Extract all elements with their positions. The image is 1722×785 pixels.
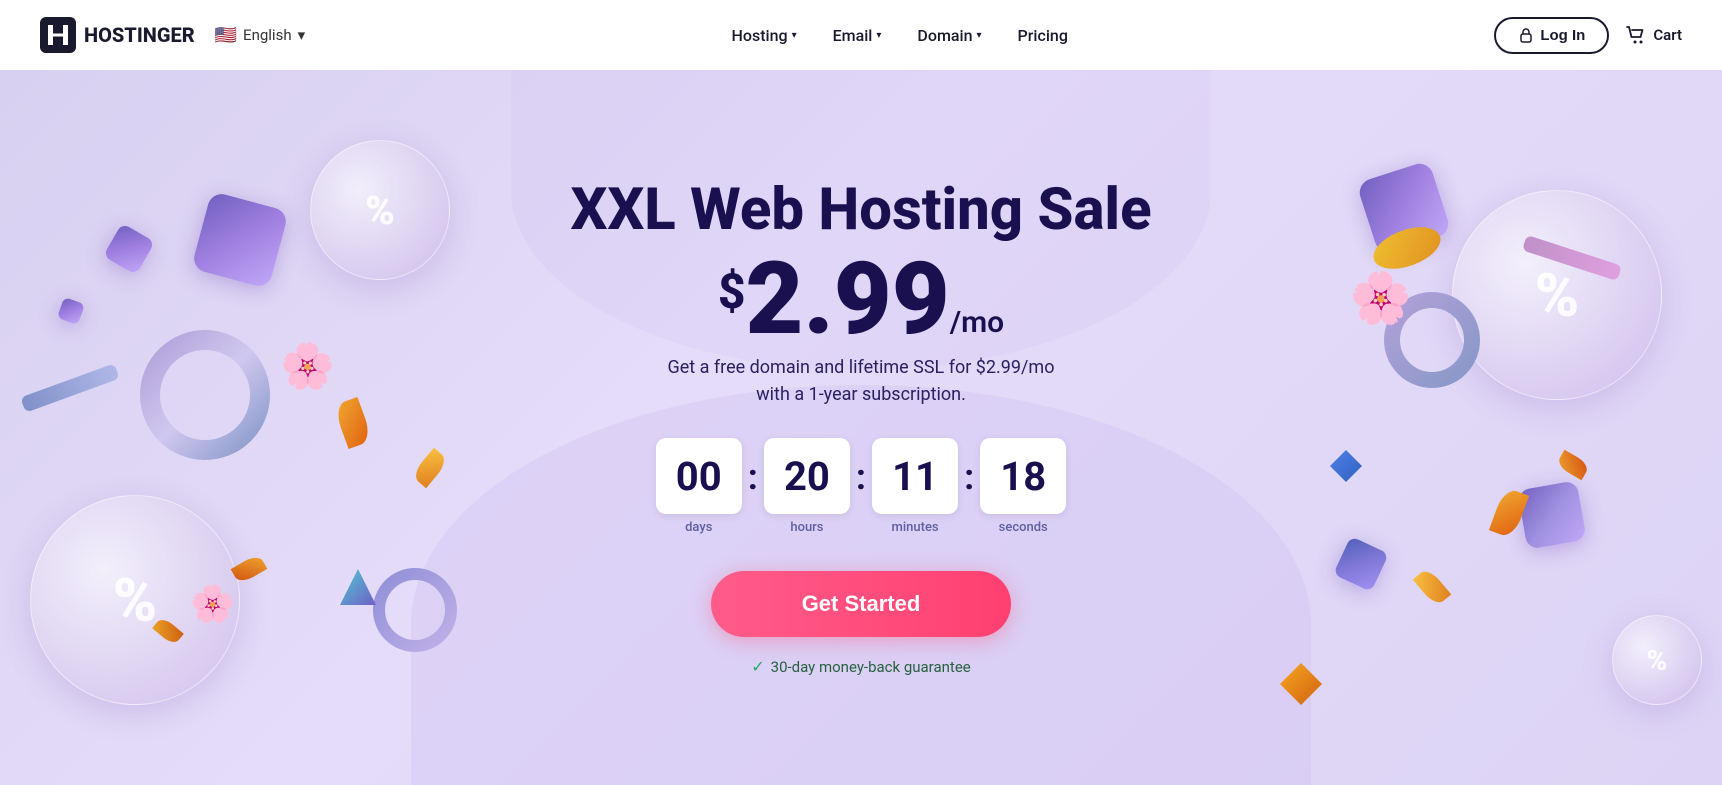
lang-selector[interactable]: 🇺🇸 English ▾ — [215, 25, 305, 46]
lang-chevron-icon: ▾ — [298, 26, 306, 44]
cart-label: Cart — [1653, 26, 1682, 44]
nav-left: HOSTINGER 🇺🇸 English ▾ — [40, 17, 305, 53]
lang-label: English — [243, 26, 292, 44]
countdown-minutes: 11 minutes — [872, 438, 958, 535]
hero-title: XXL Web Hosting Sale — [570, 179, 1151, 243]
nav-right: Log In Cart — [1494, 17, 1682, 54]
diamond-blue-right — [1330, 450, 1362, 482]
cube-left-small — [103, 223, 155, 275]
hero-content: XXL Web Hosting Sale $ 2.99 /mo Get a fr… — [570, 179, 1151, 677]
cube-right-small — [1333, 536, 1389, 592]
check-icon: ✓ — [751, 657, 764, 676]
cart-link[interactable]: Cart — [1625, 24, 1682, 46]
minutes-value: 11 — [872, 438, 958, 514]
flower-left-1: 🌸 — [280, 340, 335, 392]
nav-pricing[interactable]: Pricing — [1018, 26, 1068, 45]
navbar: HOSTINGER 🇺🇸 English ▾ Hosting ▾ Email ▾… — [0, 0, 1722, 70]
guarantee: ✓ 30-day money-back guarantee — [570, 657, 1151, 676]
deco-left: % % — [0, 70, 560, 785]
percent-ball-right-big: % — [1452, 190, 1662, 400]
deco-right: % % 🌸 — [1162, 70, 1722, 785]
leaf-right-3 — [1556, 450, 1591, 481]
lock-icon — [1518, 27, 1534, 43]
cube-right-mid — [1517, 480, 1587, 550]
cube-left-tiny — [57, 297, 85, 325]
ring-left-big — [140, 330, 270, 460]
seconds-value: 18 — [980, 438, 1066, 514]
get-started-button[interactable]: Get Started — [711, 571, 1011, 637]
flower-left-2: 🌸 — [190, 583, 235, 625]
days-value: 00 — [656, 438, 742, 514]
price-period: /mo — [950, 308, 1004, 338]
nav-email[interactable]: Email ▾ — [833, 26, 882, 45]
hero-section: % % — [0, 70, 1722, 785]
subtitle-line2: with a 1-year subscription. — [756, 384, 966, 405]
cart-icon — [1625, 24, 1647, 46]
countdown-days: 00 days — [656, 438, 742, 535]
email-chevron-icon: ▾ — [876, 30, 881, 41]
guarantee-text: 30-day money-back guarantee — [771, 658, 971, 676]
hours-label: hours — [790, 520, 823, 535]
sep-1: : — [742, 456, 764, 498]
flag-icon: 🇺🇸 — [215, 25, 237, 46]
login-label: Log In — [1540, 27, 1585, 44]
leaf-left-1 — [333, 397, 373, 449]
seconds-label: seconds — [999, 520, 1048, 535]
hero-subtitle: Get a free domain and lifetime SSL for $… — [570, 354, 1151, 408]
percent-ball-right-small: % — [1612, 615, 1702, 705]
login-button[interactable]: Log In — [1494, 17, 1609, 54]
leaf-left-2 — [411, 448, 449, 488]
hours-value: 20 — [764, 438, 850, 514]
hero-price: $ 2.99 /mo — [570, 250, 1151, 350]
countdown: 00 days : 20 hours : 11 minutes : 18 sec… — [570, 438, 1151, 535]
bar-left-1 — [20, 363, 119, 412]
sep-3: : — [958, 456, 980, 498]
logo[interactable]: HOSTINGER — [40, 17, 195, 53]
flower-right-1: 🌸 — [1350, 270, 1412, 328]
hosting-chevron-icon: ▾ — [792, 30, 797, 41]
countdown-seconds: 18 seconds — [980, 438, 1066, 535]
nav-center: Hosting ▾ Email ▾ Domain ▾ Pricing — [732, 26, 1068, 45]
cube-left-big — [191, 191, 289, 289]
price-dollar: $ — [718, 268, 746, 316]
leaf-right-2 — [1413, 567, 1451, 607]
nav-domain[interactable]: Domain ▾ — [917, 26, 981, 45]
brand-name: HOSTINGER — [84, 23, 195, 47]
countdown-hours: 20 hours — [764, 438, 850, 535]
percent-ball-left-mid: % — [310, 140, 450, 280]
ring-left-small — [370, 565, 460, 655]
sep-2: : — [850, 456, 872, 498]
logo-icon — [40, 17, 76, 53]
subtitle-line1: Get a free domain and lifetime SSL for $… — [667, 357, 1054, 378]
minutes-label: minutes — [892, 520, 939, 535]
domain-chevron-icon: ▾ — [977, 30, 982, 41]
diamond-orange-right — [1280, 663, 1322, 705]
days-label: days — [685, 520, 712, 535]
nav-hosting[interactable]: Hosting ▾ — [732, 26, 797, 45]
price-amount: 2.99 — [746, 250, 950, 350]
